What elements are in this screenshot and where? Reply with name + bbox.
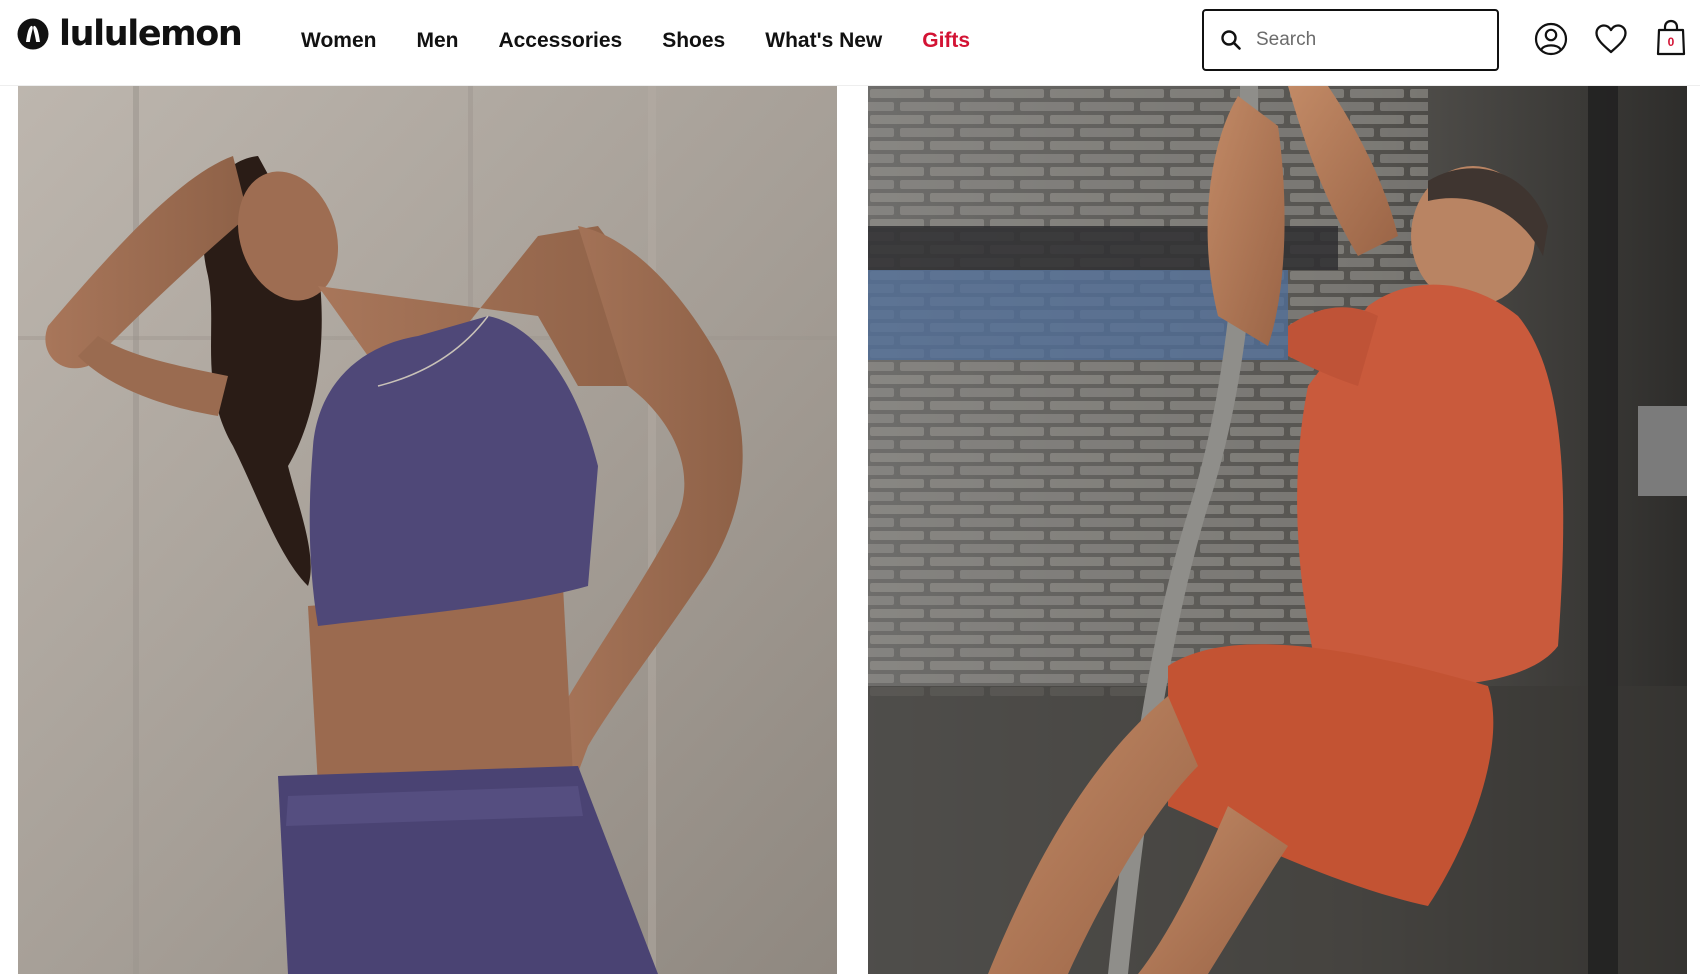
lululemon-logo-icon [17, 18, 49, 50]
brand-wordmark: lululemon [59, 14, 243, 54]
nav-item-accessories[interactable]: Accessories [498, 29, 622, 53]
women-photo [18, 86, 837, 974]
heart-icon[interactable] [1594, 23, 1628, 55]
men-photo [868, 86, 1687, 974]
nav-item-men[interactable]: Men [416, 29, 458, 53]
account-icon[interactable] [1534, 22, 1568, 56]
lululemon-logo[interactable]: lululemon [17, 14, 243, 54]
nav-item-gifts[interactable]: Gifts [922, 29, 970, 53]
hero-image-women[interactable] [18, 86, 837, 974]
search-icon [1221, 30, 1241, 50]
nav-item-women[interactable]: Women [301, 29, 376, 53]
nav-item-shoes[interactable]: Shoes [662, 29, 725, 53]
main-nav: Women Men Accessories Shoes What's New G… [301, 26, 970, 56]
shopping-bag-icon[interactable] [1656, 19, 1686, 57]
hero-image-men[interactable] [868, 86, 1687, 974]
search-box[interactable] [1202, 9, 1499, 71]
site-header: lululemon Women Men Accessories Shoes Wh… [0, 0, 1700, 86]
nav-item-whats-new[interactable]: What's New [765, 29, 882, 53]
search-input[interactable] [1256, 29, 1476, 51]
